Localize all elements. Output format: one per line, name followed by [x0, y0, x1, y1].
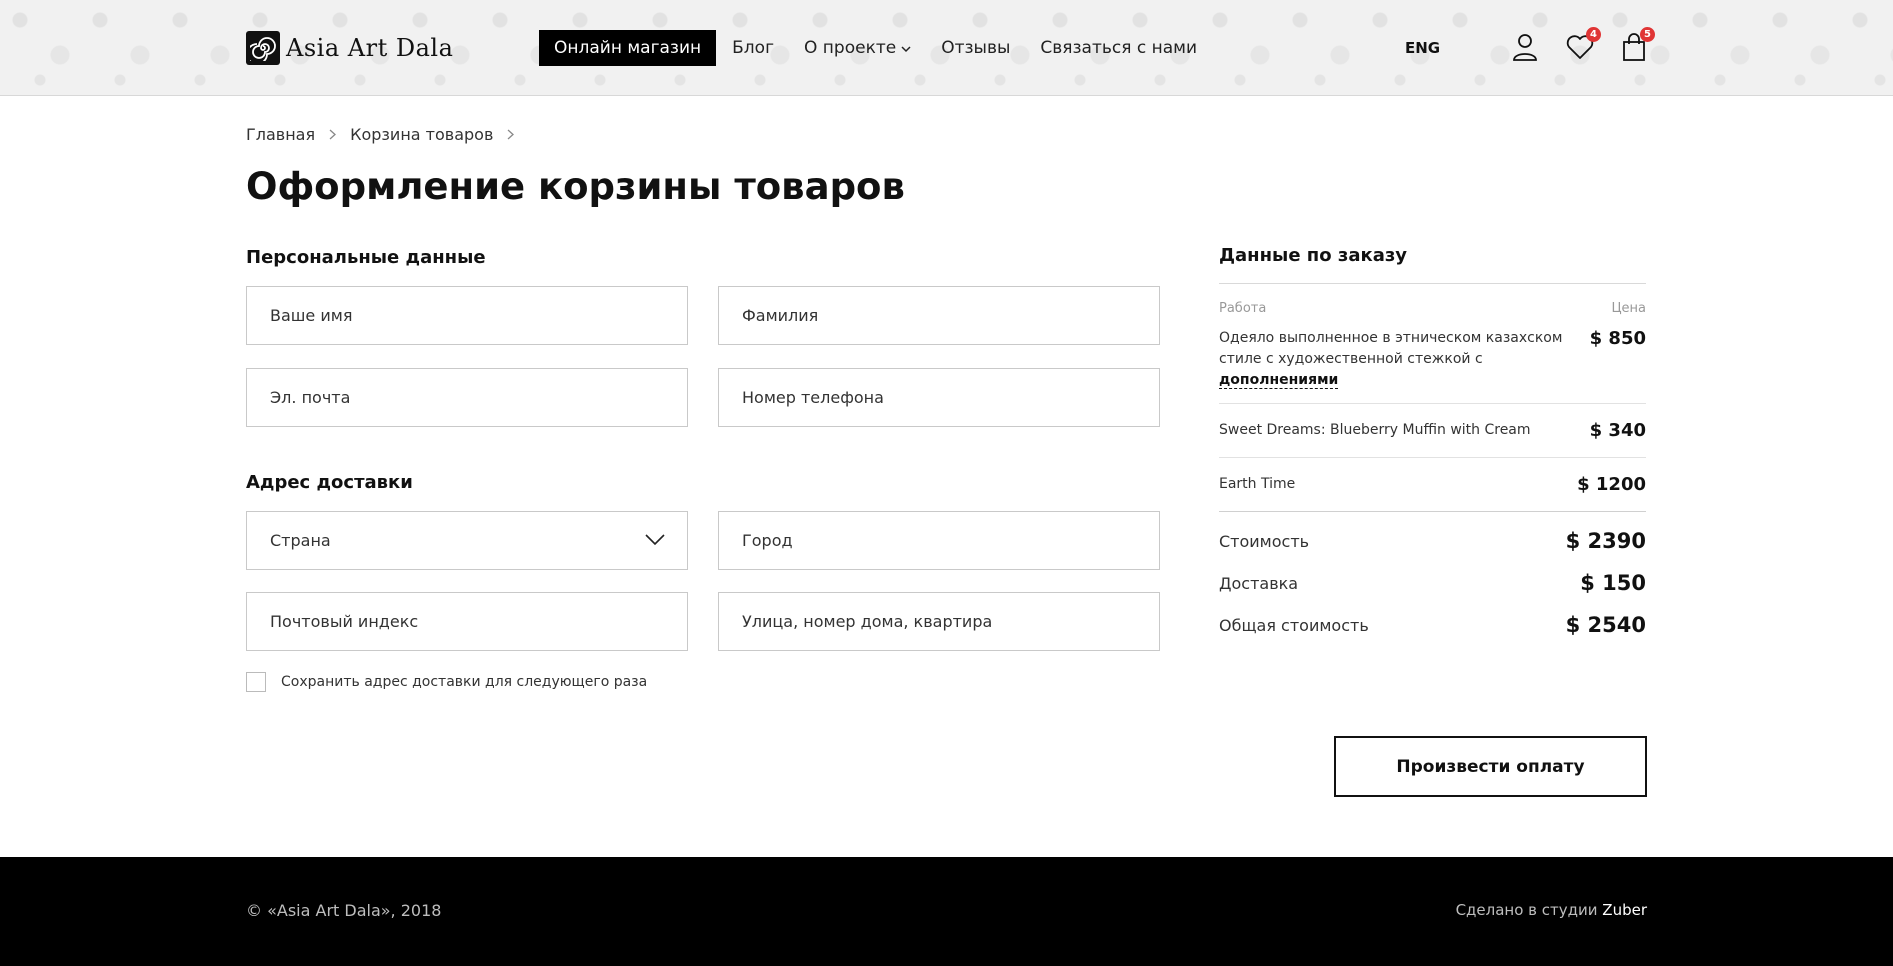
chevron-right-icon [329, 125, 337, 144]
zip-field[interactable] [246, 592, 688, 651]
nav-about[interactable]: О проекте [804, 30, 911, 66]
site-footer: © «Asia Art Dala», 2018 Сделано в студии… [0, 857, 1893, 966]
cart-icon[interactable]: 5 [1619, 27, 1655, 62]
language-switch[interactable]: ENG [1405, 39, 1440, 57]
cart-count-badge: 5 [1640, 27, 1655, 42]
order-item-price: $ 850 [1589, 328, 1646, 349]
order-summary: Данные по заказу Работа Цена Одеяло выпо… [1219, 245, 1646, 646]
nav-reviews[interactable]: Отзывы [941, 30, 1010, 66]
logo[interactable]: Asia Art Dala [246, 30, 453, 66]
shipping-label: Доставка [1219, 573, 1299, 593]
order-item-more-link[interactable]: дополнениями [1219, 372, 1339, 389]
order-item: Earth Time $ 1200 [1219, 458, 1646, 512]
email-input[interactable] [270, 388, 665, 407]
total-label: Общая стоимость [1219, 615, 1369, 635]
chevron-down-icon [645, 531, 665, 550]
order-item-price: $ 1200 [1577, 474, 1646, 495]
wishlist-count-badge: 4 [1586, 27, 1601, 42]
logo-mark-icon [246, 31, 280, 65]
logo-text: Asia Art Dala [286, 34, 454, 62]
shipping-value: $ 150 [1580, 571, 1646, 595]
order-summary-title: Данные по заказу [1219, 245, 1408, 266]
save-address-checkbox[interactable] [246, 672, 266, 692]
chevron-down-icon [901, 30, 911, 66]
nav-contact[interactable]: Связаться с нами [1040, 30, 1197, 66]
wishlist-icon[interactable]: 4 [1565, 27, 1601, 62]
city-field[interactable] [718, 511, 1160, 570]
subtotal-row: Стоимость $ 2390 [1219, 520, 1646, 562]
order-item-price: $ 340 [1589, 420, 1646, 441]
nav-about-label: О проекте [804, 38, 897, 58]
street-input[interactable] [742, 612, 1137, 631]
pay-button[interactable]: Произвести оплату [1334, 736, 1647, 797]
save-address-row: Сохранить адрес доставки для следующего … [246, 672, 647, 692]
country-select[interactable]: Страна [246, 511, 688, 570]
site-header: Asia Art Dala Онлайн магазин Блог О прое… [0, 0, 1893, 96]
delivery-address-title: Адрес доставки [246, 472, 413, 493]
total-row: Общая стоимость $ 2540 [1219, 604, 1646, 646]
studio-link[interactable]: Zuber [1602, 901, 1647, 919]
order-item: Одеяло выполненное в этническом казахско… [1219, 316, 1646, 404]
breadcrumb-cart[interactable]: Корзина товаров [350, 125, 493, 144]
order-item: Sweet Dreams: Blueberry Muffin with Crea… [1219, 404, 1646, 458]
subtotal-label: Стоимость [1219, 531, 1310, 551]
order-header-row: Работа Цена [1219, 283, 1646, 316]
first-name-input[interactable] [270, 306, 665, 325]
nav-blog[interactable]: Блог [732, 30, 774, 66]
first-name-field[interactable] [246, 286, 688, 345]
order-item-name: Earth Time [1219, 476, 1296, 492]
zip-input[interactable] [270, 612, 665, 631]
email-field[interactable] [246, 368, 688, 427]
phone-field[interactable] [718, 368, 1160, 427]
col-work-label: Работа [1219, 301, 1267, 316]
page-title: Оформление корзины товаров [246, 165, 905, 208]
shipping-row: Доставка $ 150 [1219, 562, 1646, 604]
order-item-name: Одеяло выполненное в этническом казахско… [1219, 328, 1569, 391]
phone-input[interactable] [742, 388, 1137, 407]
total-value: $ 2540 [1565, 613, 1646, 637]
chevron-right-icon [507, 125, 515, 144]
col-price-label: Цена [1611, 301, 1646, 316]
main-nav: Онлайн магазин Блог О проекте Отзывы Свя… [539, 30, 1227, 66]
copyright: © «Asia Art Dala», 2018 [246, 901, 442, 920]
city-input[interactable] [742, 531, 1137, 550]
order-item-name: Sweet Dreams: Blueberry Muffin with Crea… [1219, 422, 1531, 438]
breadcrumb-home[interactable]: Главная [246, 125, 315, 144]
last-name-field[interactable] [718, 286, 1160, 345]
subtotal-value: $ 2390 [1565, 529, 1646, 553]
breadcrumb: Главная Корзина товаров [246, 125, 528, 144]
save-address-label[interactable]: Сохранить адрес доставки для следующего … [281, 674, 647, 690]
made-by-label: Сделано в студии [1455, 901, 1598, 919]
street-field[interactable] [718, 592, 1160, 651]
nav-online-shop[interactable]: Онлайн магазин [539, 30, 717, 66]
order-item-name-text: Одеяло выполненное в этническом казахско… [1219, 330, 1563, 367]
user-icon[interactable] [1510, 32, 1540, 62]
personal-data-title: Персональные данные [246, 247, 486, 268]
last-name-input[interactable] [742, 306, 1137, 325]
studio-credits: Сделано в студии Zuber [1456, 901, 1647, 919]
country-select-value: Страна [270, 531, 331, 550]
